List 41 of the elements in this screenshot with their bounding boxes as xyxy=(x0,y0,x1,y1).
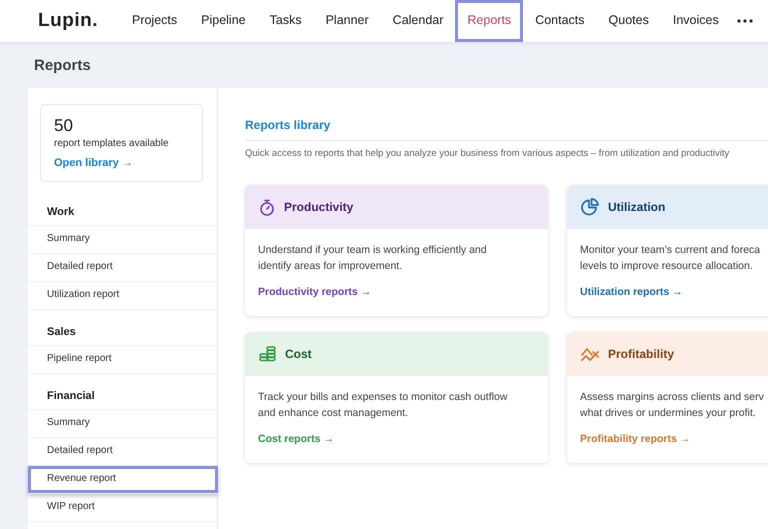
nav-tab[interactable]: Pipeline xyxy=(189,0,258,42)
templates-caption: report templates available xyxy=(54,138,170,149)
sidebar-item[interactable]: WIP report xyxy=(28,494,217,522)
nav-tab[interactable]: Projects xyxy=(120,0,190,42)
nav-tab[interactable]: Planner xyxy=(314,0,381,42)
section-heading: Work xyxy=(28,198,217,226)
logo[interactable]: Lupin. xyxy=(38,10,98,32)
nav-tab[interactable]: Contacts xyxy=(523,0,597,42)
library-subtitle: Quick access to reports that help you analyze your business from various aspects – from utilization and productivity xyxy=(245,148,730,159)
nav-tab[interactable]: Quotes xyxy=(596,0,661,42)
stopwatch-icon xyxy=(259,198,275,216)
pie-chart-icon xyxy=(581,198,599,216)
section-heading: Sales xyxy=(28,318,217,346)
nav-tab[interactable]: Tasks xyxy=(258,0,314,42)
card-link[interactable]: Productivity reports → xyxy=(258,286,372,298)
zigzag-icon xyxy=(581,347,599,361)
card-description: Track your bills and expenses to monitor cash outflow and enhance cost management. xyxy=(258,390,508,421)
card-link[interactable]: Utilization reports → xyxy=(580,286,683,298)
card-description: Assess margins across clients and serv what drives or undermines your profit. xyxy=(580,390,765,421)
nav-tab[interactable]: Reports xyxy=(455,0,524,42)
page-title: Reports xyxy=(34,56,91,74)
sidebar-item[interactable]: Utilization report xyxy=(28,282,217,310)
sidebar-item[interactable]: Pipeline report xyxy=(28,346,217,374)
card-title: Profitability xyxy=(608,347,674,361)
card-description: Monitor your team’s current and foreca levels to improve resource allocation. xyxy=(580,243,762,274)
card-title: Cost xyxy=(285,347,312,361)
card-description: Understand if your team is working efficiently and identify areas for improvement. xyxy=(258,243,488,274)
nav-tab[interactable]: Invoices xyxy=(660,0,731,42)
template-count: 50 xyxy=(54,116,74,136)
more-icon[interactable] xyxy=(736,19,753,23)
section-heading: Financial xyxy=(28,382,217,410)
sidebar-item[interactable]: Summary xyxy=(28,226,217,254)
open-library-link[interactable]: Open library → xyxy=(54,157,189,169)
card-title: Utilization xyxy=(608,200,666,214)
library-title: Reports library xyxy=(245,118,768,141)
nav-tab[interactable]: Calendar xyxy=(380,0,456,42)
sidebar-item[interactable]: Detailed report xyxy=(28,254,217,282)
sidebar-item[interactable]: Summary xyxy=(28,410,217,438)
card-title: Productivity xyxy=(284,200,354,214)
coins-icon xyxy=(259,346,276,362)
sidebar-item[interactable]: Revenue report xyxy=(28,466,218,494)
